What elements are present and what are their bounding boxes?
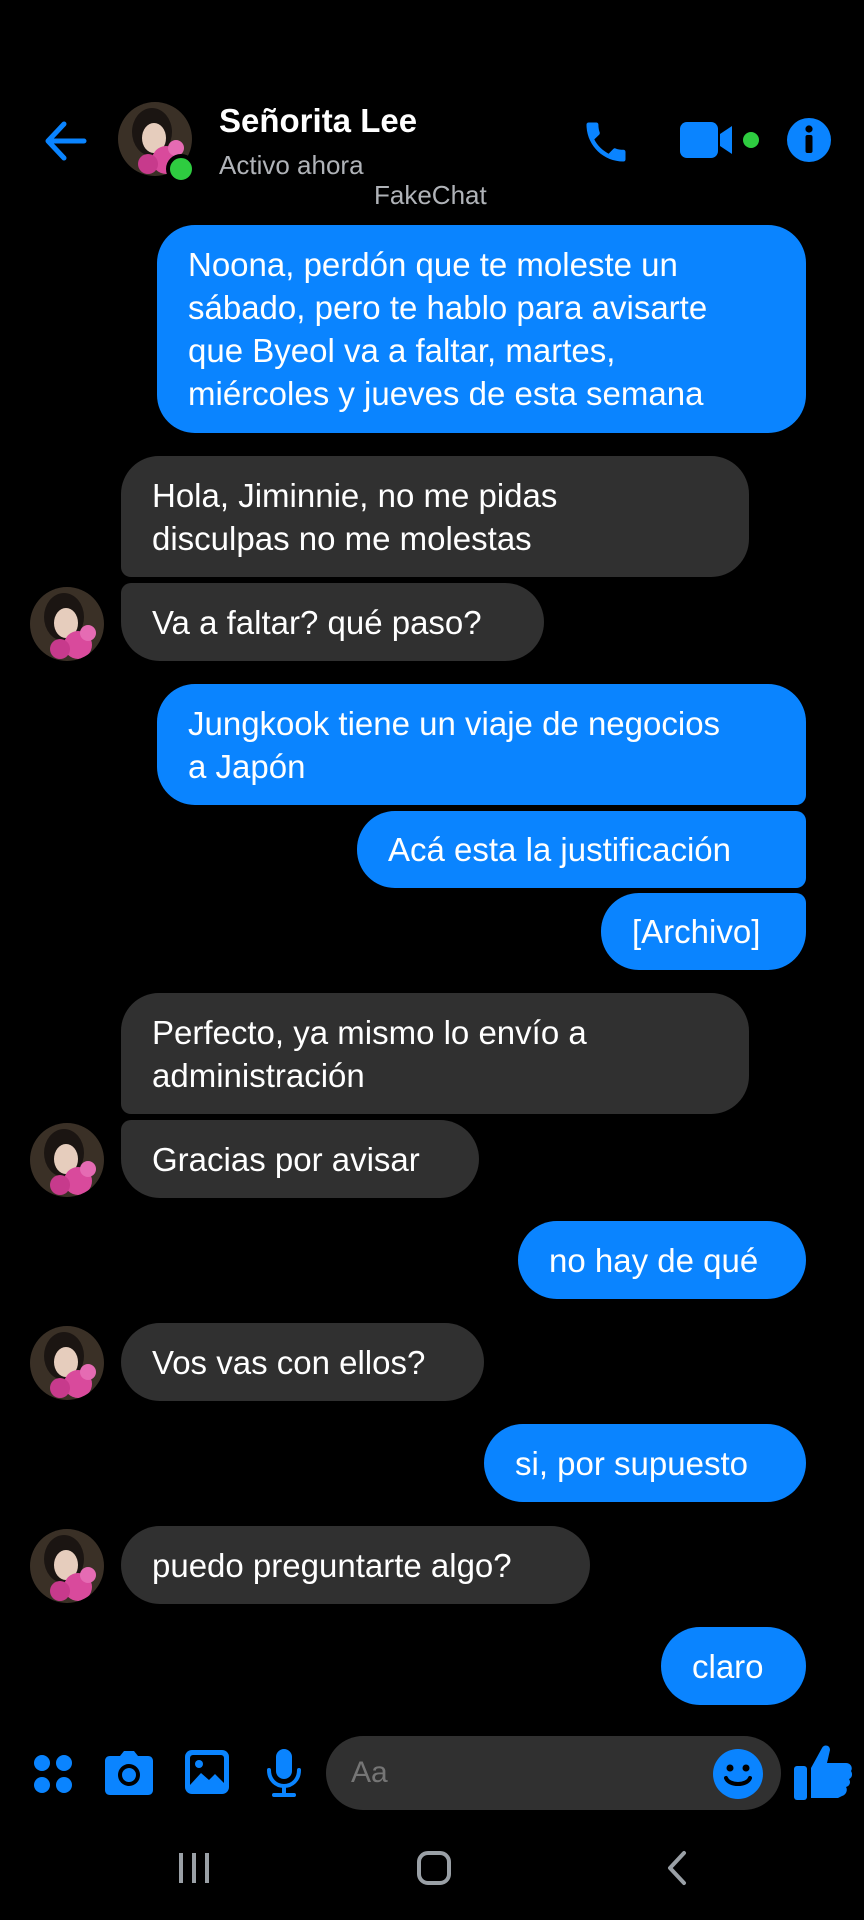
message-text: Vos vas con ellos? [152,1343,426,1381]
message-text: si, por supuesto [515,1444,748,1482]
message-bubble-outgoing[interactable]: Acá esta la justificación [357,811,806,888]
emoji-icon[interactable] [712,1748,764,1800]
message-bubble-incoming[interactable]: Perfecto, ya mismo lo envío a administra… [121,993,749,1114]
message-bubble-outgoing[interactable]: claro [661,1627,806,1705]
apps-icon[interactable] [32,1753,74,1795]
message-text: Noona, perdón que te moleste un sábado, … [188,246,708,412]
thumbs-up-icon[interactable] [792,1740,854,1802]
message-bubble-incoming[interactable]: Va a faltar? qué paso? [121,583,544,661]
message-text: claro [692,1647,764,1685]
contact-status: Activo ahora [219,150,364,180]
sender-avatar[interactable] [30,587,104,661]
gallery-icon[interactable] [184,1749,230,1795]
message-text: Gracias por avisar [152,1140,420,1178]
microphone-icon[interactable] [264,1748,304,1798]
online-indicator [166,154,196,184]
video-camera-icon[interactable] [678,116,762,164]
message-text: Perfecto, ya mismo lo envío a administra… [152,1013,587,1094]
chat-header: Señorita Lee Activo ahora FakeChat [0,0,864,215]
home-icon[interactable] [416,1850,452,1886]
message-text: Hola, Jiminnie, no me pidas disculpas no… [152,476,558,557]
contact-name[interactable]: Señorita Lee [219,102,417,140]
back-arrow-icon[interactable] [42,118,88,164]
info-icon[interactable] [786,117,832,163]
recent-apps-icon[interactable] [174,1851,214,1885]
message-text: Va a faltar? qué paso? [152,603,482,641]
message-text: Acá esta la justificación [388,831,732,868]
message-bubble-outgoing[interactable]: si, por supuesto [484,1424,806,1502]
watermark-text: FakeChat [374,180,487,210]
message-bubble-incoming[interactable]: puedo preguntarte algo? [121,1526,590,1604]
message-bubble-outgoing[interactable]: [Archivo] [601,893,806,970]
phone-icon[interactable] [580,116,632,168]
message-bubble-incoming[interactable]: Hola, Jiminnie, no me pidas disculpas no… [121,456,749,577]
message-bubble-outgoing[interactable]: Jungkook tiene un viaje de negocios a Ja… [157,684,806,805]
message-bubble-incoming[interactable]: Vos vas con ellos? [121,1323,484,1401]
back-icon[interactable] [664,1850,692,1886]
message-bubble-incoming[interactable]: Gracias por avisar [121,1120,479,1198]
sender-avatar[interactable] [30,1123,104,1197]
message-text: [Archivo] [632,913,761,950]
message-text: Jungkook tiene un viaje de negocios a Ja… [188,704,721,785]
message-bubble-outgoing[interactable]: Noona, perdón que te moleste un sábado, … [157,225,806,433]
message-text: puedo preguntarte algo? [152,1546,512,1584]
sender-avatar[interactable] [30,1529,104,1603]
camera-icon[interactable] [104,1750,154,1796]
message-bubble-outgoing[interactable]: no hay de qué [518,1221,806,1299]
sender-avatar[interactable] [30,1326,104,1400]
message-text: no hay de qué [549,1241,759,1279]
